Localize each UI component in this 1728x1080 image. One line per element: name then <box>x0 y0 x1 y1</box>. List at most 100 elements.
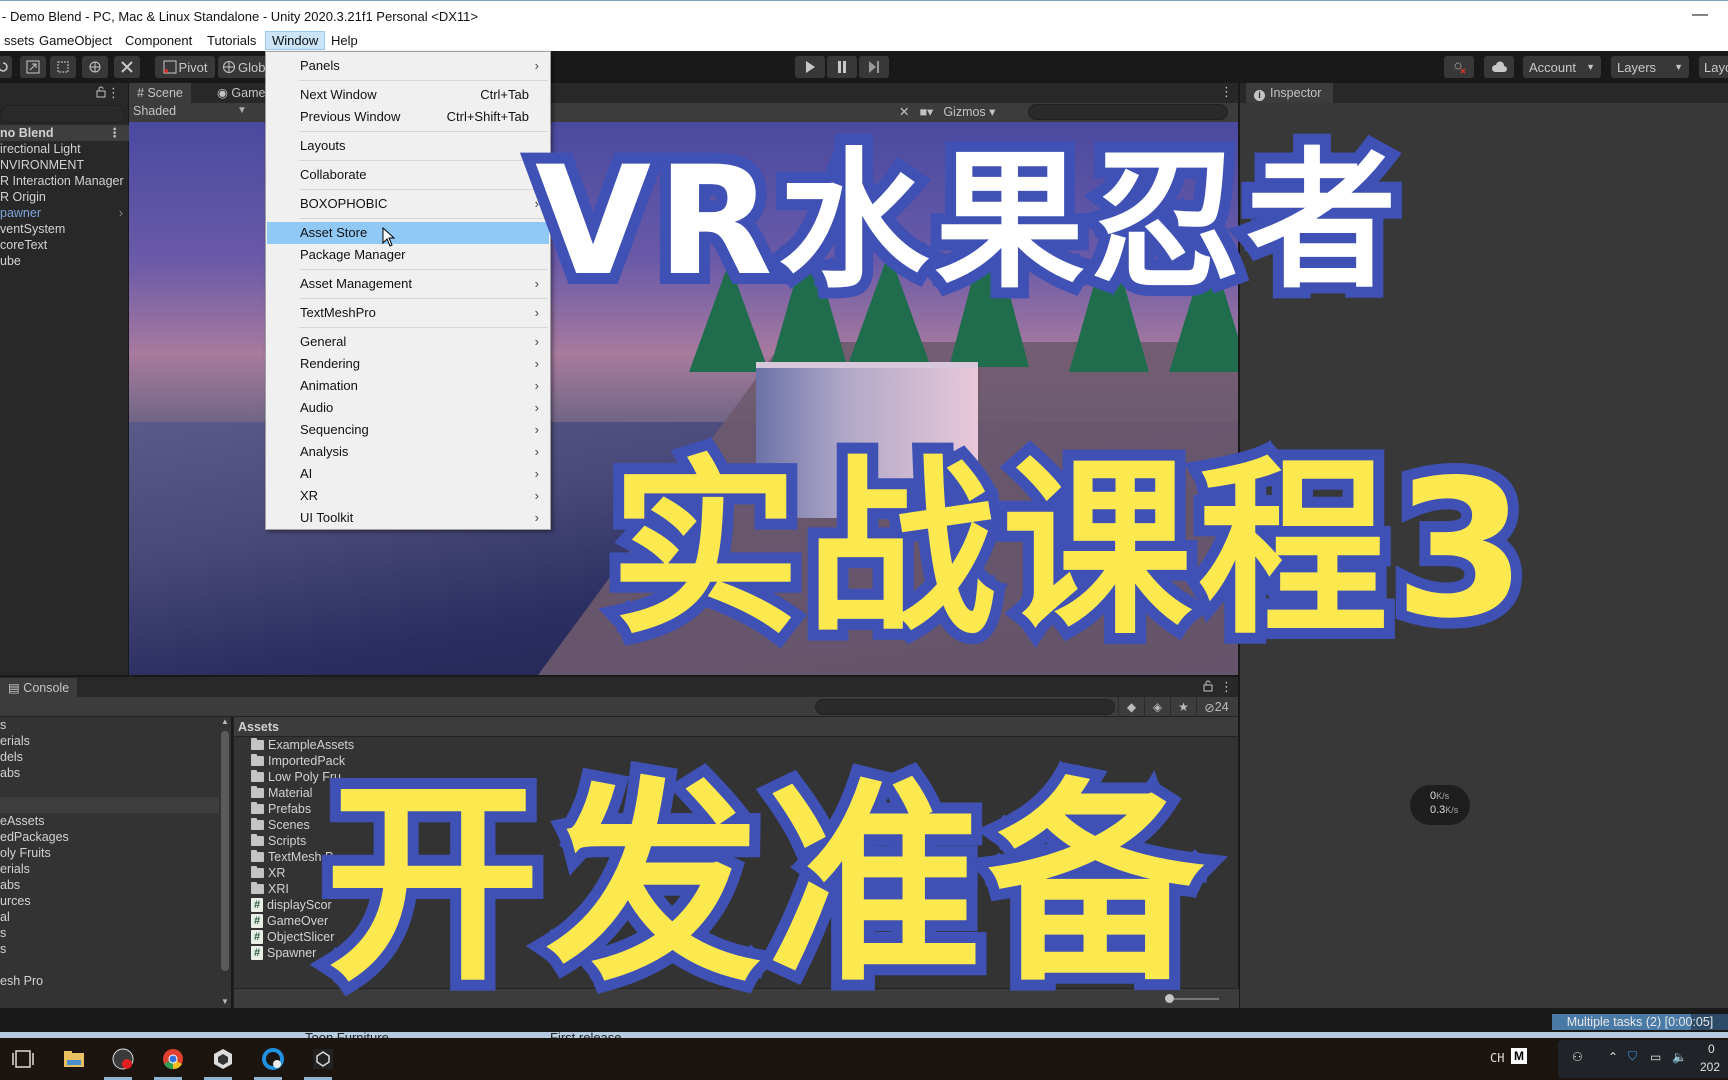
filter-by-type-icon[interactable]: ◆ <box>1118 697 1144 717</box>
asset-folder[interactable]: Low Poly Fru <box>234 769 1238 785</box>
scroll-down-icon[interactable]: ▼ <box>221 997 229 1006</box>
menu-item-panels[interactable]: Panels › <box>267 55 549 77</box>
menu-item-general[interactable]: General › <box>267 331 549 353</box>
menu-item-layouts[interactable]: Layouts <box>267 135 549 157</box>
cloud-button[interactable] <box>1484 56 1514 78</box>
rect-tool-button[interactable] <box>50 56 76 78</box>
transform-tool-button[interactable] <box>82 56 108 78</box>
menu-item-previous-window[interactable]: Previous Window Ctrl+Shift+Tab <box>267 106 549 128</box>
tree-item[interactable]: s <box>0 941 219 957</box>
tree-item[interactable]: edPackages <box>0 829 219 845</box>
menu-item-animation[interactable]: Animation › <box>267 375 549 397</box>
clock-date[interactable]: 202 <box>1700 1060 1720 1074</box>
hidden-packages-toggle[interactable]: ⊘ 24 <box>1196 697 1236 717</box>
pause-button[interactable] <box>827 56 857 78</box>
layers-dropdown[interactable]: Layers ▼ <box>1611 56 1689 78</box>
menu-item-sequencing[interactable]: Sequencing › <box>267 419 549 441</box>
gizmos-dropdown[interactable]: Gizmos ▾ <box>939 103 1000 122</box>
asset-folder[interactable]: Scenes <box>234 817 1238 833</box>
scrollbar-thumb[interactable] <box>221 731 229 971</box>
hierarchy-item[interactable]: NVIRONMENT <box>0 157 129 173</box>
menu-item-collaborate[interactable]: Collaborate <box>267 164 549 186</box>
shield-icon[interactable]: ⛉ <box>1628 1049 1637 1064</box>
rotate-tool-button[interactable] <box>0 56 12 78</box>
tree-item-selected[interactable] <box>0 797 219 813</box>
tree-item[interactable]: oly Fruits <box>0 845 219 861</box>
menu-item-asset-store[interactable]: Asset Store <box>267 222 549 244</box>
custom-tool-button[interactable] <box>114 56 140 78</box>
menu-component[interactable]: Component <box>119 32 198 51</box>
tab-console[interactable]: ▤ Console <box>0 678 78 698</box>
menu-item-asset-management[interactable]: Asset Management › <box>267 273 549 295</box>
hierarchy-search-input[interactable] <box>0 105 125 123</box>
account-dropdown[interactable]: Account ▼ <box>1523 56 1601 78</box>
menu-gameobject[interactable]: GameObject <box>33 32 118 51</box>
kebab-menu-icon[interactable]: ⋮ <box>109 125 122 141</box>
menu-window[interactable]: Window <box>265 31 326 50</box>
kebab-menu-icon[interactable]: ⋮ <box>1220 84 1233 100</box>
asset-script[interactable]: # displayScor <box>234 897 1238 913</box>
hierarchy-item[interactable]: irectional Light <box>0 141 129 157</box>
menu-help[interactable]: Help <box>325 32 364 51</box>
asset-script[interactable]: # ObjectSlicer <box>234 929 1238 945</box>
hierarchy-item[interactable]: R Interaction Manager <box>0 173 129 189</box>
ime-language[interactable]: CH <box>1490 1051 1504 1065</box>
tree-item[interactable]: abs <box>0 877 219 893</box>
asset-script[interactable]: # Spawner <box>234 945 1238 961</box>
tree-item[interactable]: eAssets <box>0 813 219 829</box>
clock-time[interactable]: 0 <box>1708 1042 1715 1056</box>
asset-folder[interactable]: Scripts <box>234 833 1238 849</box>
hierarchy-scene-root[interactable]: no Blend ⋮ <box>0 125 129 141</box>
background-tasks-progress[interactable]: Multiple tasks (2) [0:00:05] <box>1552 1014 1728 1030</box>
hierarchy-item[interactable]: coreText <box>0 237 129 253</box>
taskbar-chrome[interactable] <box>158 1045 188 1073</box>
icon-size-slider[interactable] <box>1165 994 1219 1003</box>
play-button[interactable] <box>795 56 825 78</box>
taskbar-unity-hub[interactable] <box>208 1045 238 1073</box>
slider-knob[interactable] <box>1165 994 1174 1003</box>
tree-item[interactable] <box>0 957 219 973</box>
asset-folder[interactable]: TextMesh P <box>234 849 1238 865</box>
menu-item-ui-toolkit[interactable]: UI Toolkit › <box>267 507 549 529</box>
tools-visibility-button[interactable]: ✕ <box>895 103 914 122</box>
tree-item[interactable]: al <box>0 909 219 925</box>
camera-dropdown[interactable]: ■▾ <box>915 103 938 122</box>
menu-item-next-window[interactable]: Next Window Ctrl+Tab <box>267 84 549 106</box>
asset-folder[interactable]: ExampleAssets <box>234 737 1238 753</box>
project-search-input[interactable] <box>815 699 1115 715</box>
asset-folder[interactable]: Material <box>234 785 1238 801</box>
shading-mode-dropdown[interactable]: Shaded <box>133 104 176 118</box>
kebab-menu-icon[interactable]: ⋮ <box>1220 679 1233 695</box>
tree-item[interactable]: erials <box>0 861 219 877</box>
asset-folder[interactable]: ImportedPack <box>234 753 1238 769</box>
lock-icon[interactable] <box>96 86 106 98</box>
menu-item-analysis[interactable]: Analysis › <box>267 441 549 463</box>
tab-scene[interactable]: # Scene <box>129 83 191 103</box>
people-icon[interactable]: ⚇ <box>1572 1050 1583 1064</box>
asset-folder[interactable]: Prefabs <box>234 801 1238 817</box>
filter-by-label-icon[interactable]: ◈ <box>1144 697 1170 717</box>
tab-inspector[interactable]: i Inspector <box>1246 83 1334 103</box>
menu-item-textmeshpro[interactable]: TextMeshPro › <box>267 302 549 324</box>
lock-icon[interactable] <box>1203 680 1213 692</box>
asset-script[interactable]: # GameOver <box>234 913 1238 929</box>
kebab-menu-icon[interactable]: ⋮ <box>107 85 120 101</box>
menu-item-audio[interactable]: Audio › <box>267 397 549 419</box>
pivot-toggle[interactable]: Pivot <box>155 56 215 78</box>
volume-icon[interactable]: 🔈 <box>1672 1050 1687 1064</box>
taskbar-obs[interactable] <box>108 1045 138 1073</box>
menu-item-xr[interactable]: XR › <box>267 485 549 507</box>
collab-button[interactable] <box>1444 56 1474 78</box>
assets-breadcrumb[interactable]: Assets <box>234 717 1238 737</box>
hierarchy-item[interactable]: R Origin <box>0 189 129 205</box>
scroll-up-icon[interactable]: ▲ <box>221 717 229 726</box>
hierarchy-item[interactable]: ventSystem <box>0 221 129 237</box>
tree-item[interactable]: s <box>0 717 219 733</box>
tree-item[interactable]: dels <box>0 749 219 765</box>
tree-item[interactable]: esh Pro <box>0 973 219 989</box>
menu-item-rendering[interactable]: Rendering › <box>267 353 549 375</box>
minimize-button[interactable]: — <box>1692 6 1708 24</box>
tree-item[interactable]: erials <box>0 733 219 749</box>
ime-mode[interactable]: M <box>1511 1048 1527 1064</box>
menu-item-package-manager[interactable]: Package Manager <box>267 244 549 266</box>
